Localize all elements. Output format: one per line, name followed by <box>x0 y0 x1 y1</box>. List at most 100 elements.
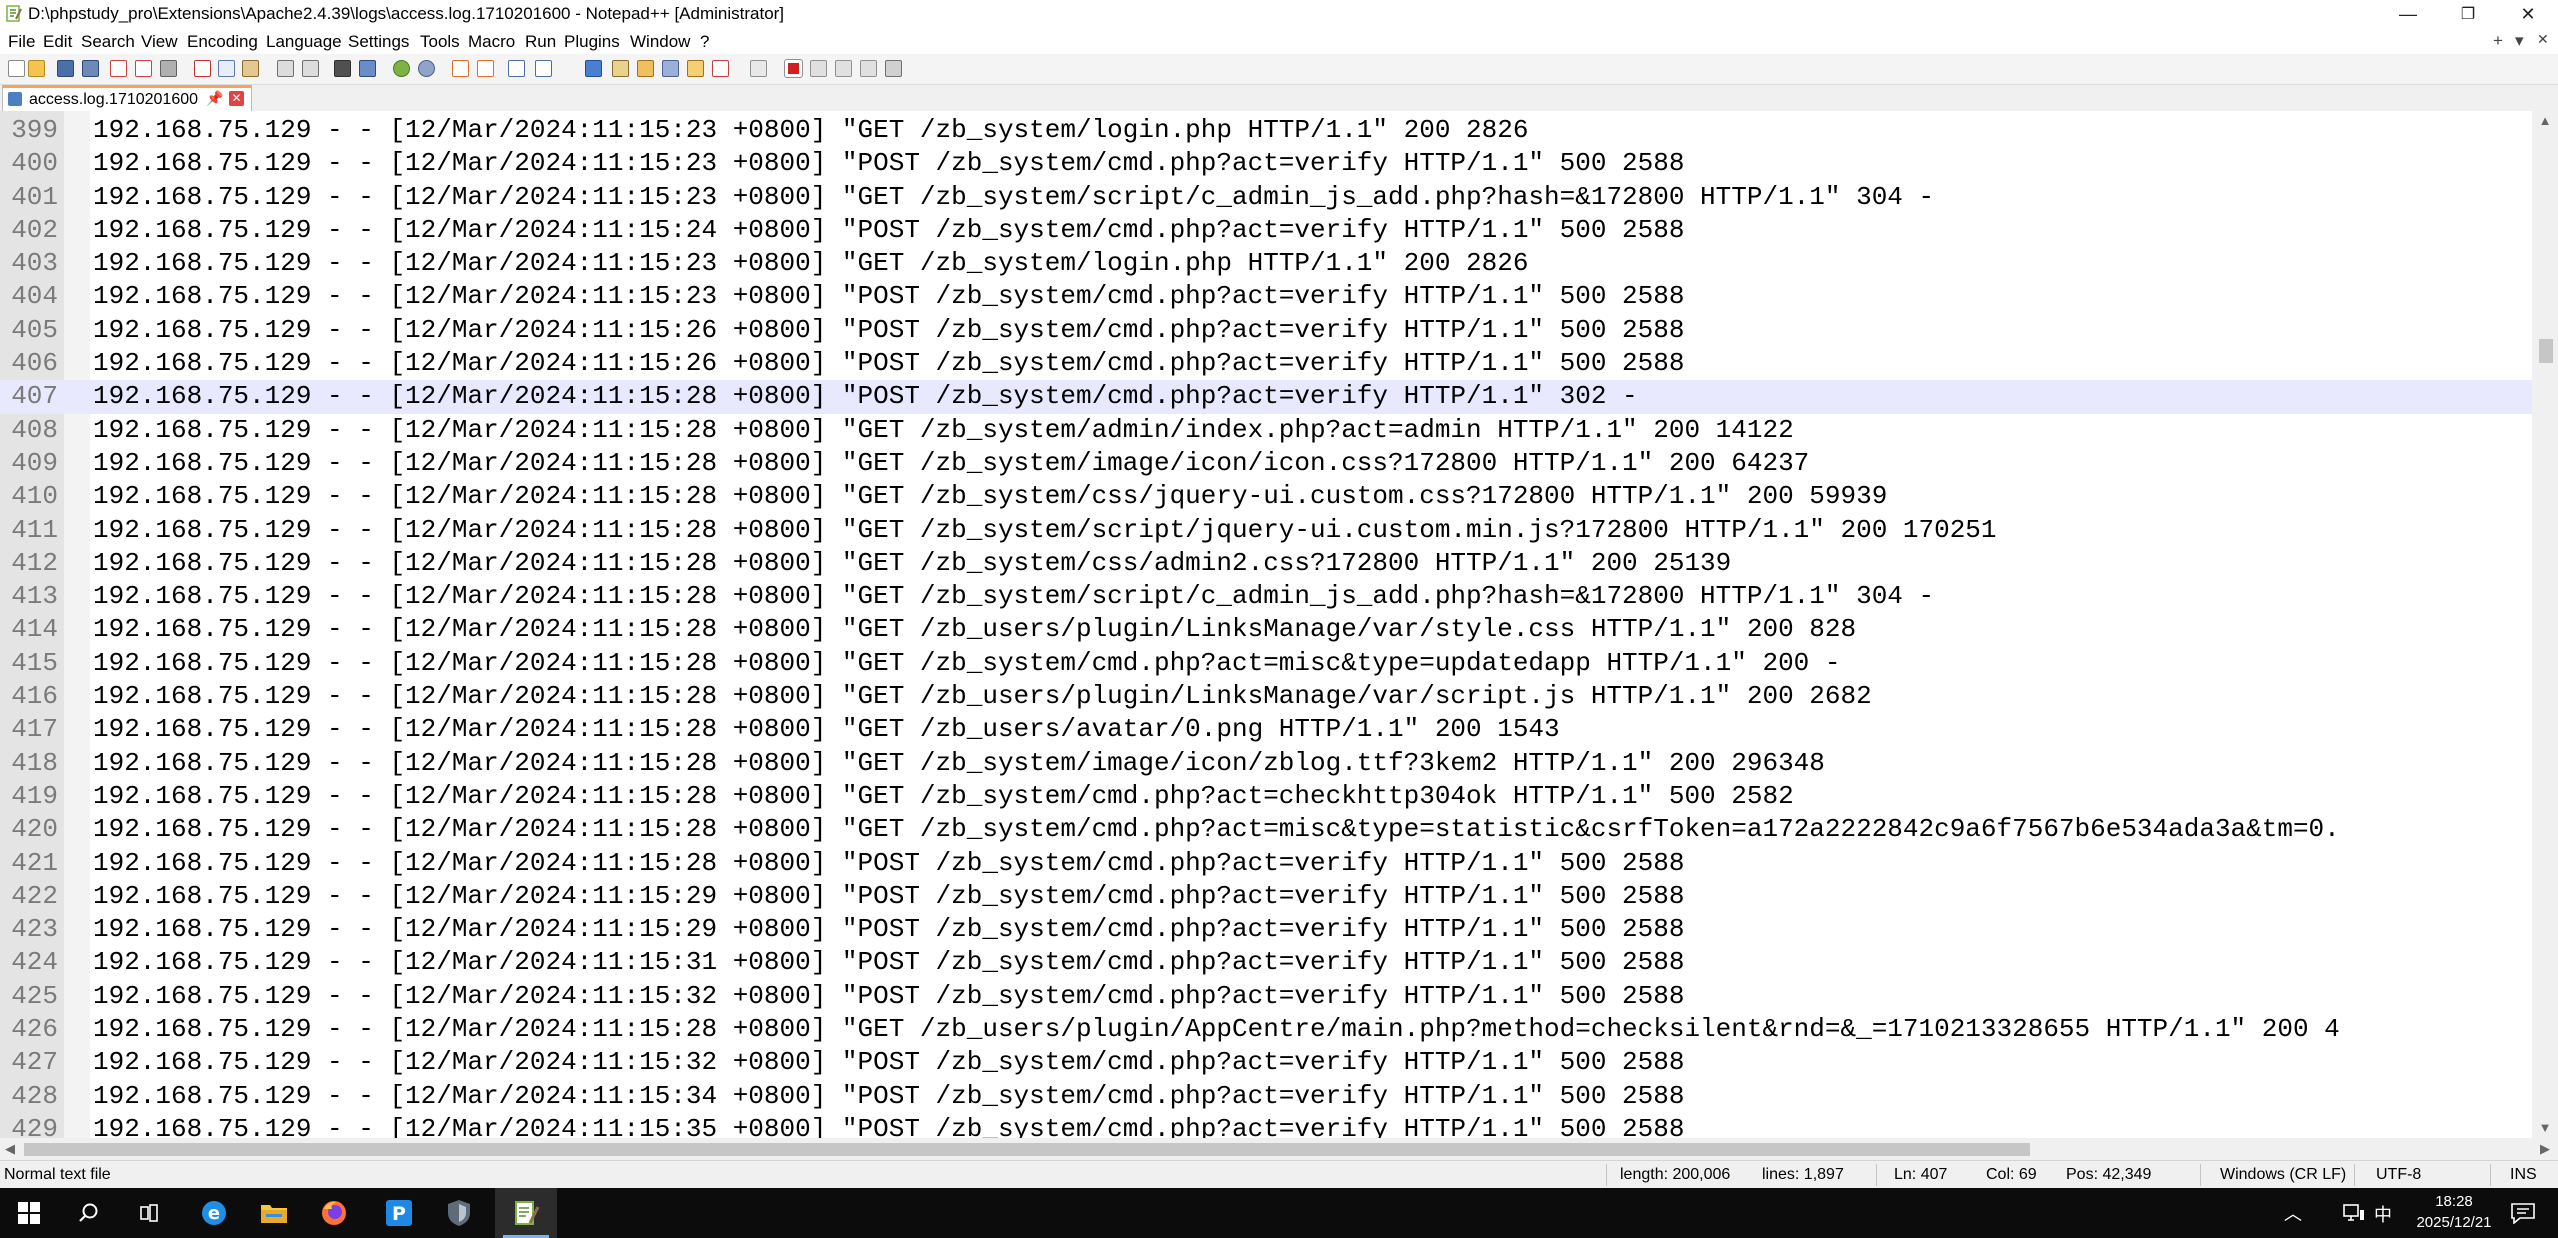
horizontal-scrollbar[interactable]: ◀ <box>0 1138 2532 1160</box>
run-multiple-icon[interactable] <box>860 60 877 77</box>
line-text[interactable]: 192.168.75.129 - - [12/Mar/2024:11:15:23… <box>93 114 1528 147</box>
log-line[interactable]: 417 192.168.75.129 - - [12/Mar/2024:11:15… <box>0 713 2532 746</box>
log-line[interactable]: 413 192.168.75.129 - - [12/Mar/2024:11:15… <box>0 580 2532 613</box>
pin-icon[interactable]: 📌 <box>206 90 223 107</box>
phpstudy-icon[interactable]: P <box>370 1188 428 1238</box>
line-text[interactable]: 192.168.75.129 - - [12/Mar/2024:11:15:28… <box>93 580 1934 613</box>
log-line[interactable]: 401 192.168.75.129 - - [12/Mar/2024:11:15… <box>0 181 2532 214</box>
monitoring-icon[interactable] <box>712 60 729 77</box>
log-line[interactable]: 412 192.168.75.129 - - [12/Mar/2024:11:15… <box>0 547 2532 580</box>
log-line[interactable]: 422 192.168.75.129 - - [12/Mar/2024:11:15… <box>0 880 2532 913</box>
doc-map-icon[interactable] <box>637 60 654 77</box>
open-file-icon[interactable] <box>28 60 45 77</box>
tray-overflow-icon[interactable]: ︿ <box>2284 1200 2302 1226</box>
line-text[interactable]: 192.168.75.129 - - [12/Mar/2024:11:15:28… <box>93 1013 2340 1046</box>
line-text[interactable]: 192.168.75.129 - - [12/Mar/2024:11:15:24… <box>93 214 1684 247</box>
zoom-out-icon[interactable] <box>418 60 435 77</box>
log-line[interactable]: 406 192.168.75.129 - - [12/Mar/2024:11:15… <box>0 347 2532 380</box>
line-text[interactable]: 192.168.75.129 - - [12/Mar/2024:11:15:34… <box>93 1080 1684 1113</box>
line-text[interactable]: 192.168.75.129 - - [12/Mar/2024:11:15:23… <box>93 280 1684 313</box>
scroll-up-arrow[interactable]: ▲ <box>2532 111 2558 131</box>
log-line[interactable]: 424 192.168.75.129 - - [12/Mar/2024:11:15… <box>0 946 2532 979</box>
stop-record-icon[interactable] <box>810 60 827 77</box>
log-line[interactable]: 411 192.168.75.129 - - [12/Mar/2024:11:15… <box>0 514 2532 547</box>
menu-language[interactable]: Language <box>266 32 342 52</box>
minimize-button[interactable]: — <box>2378 0 2438 28</box>
status-insert-mode[interactable]: INS <box>2510 1166 2537 1184</box>
log-line[interactable]: 414 192.168.75.129 - - [12/Mar/2024:11:15… <box>0 613 2532 646</box>
play-macro-icon[interactable] <box>835 60 852 77</box>
log-line[interactable]: 409 192.168.75.129 - - [12/Mar/2024:11:15… <box>0 447 2532 480</box>
close-icon[interactable] <box>110 60 127 77</box>
log-line[interactable]: 421 192.168.75.129 - - [12/Mar/2024:11:15… <box>0 847 2532 880</box>
line-text[interactable]: 192.168.75.129 - - [12/Mar/2024:11:15:28… <box>93 380 1638 413</box>
menu-edit[interactable]: Edit <box>43 32 72 52</box>
find-icon[interactable] <box>334 60 351 77</box>
line-text[interactable]: 192.168.75.129 - - [12/Mar/2024:11:15:28… <box>93 747 1825 780</box>
folder-workspace-icon[interactable] <box>687 60 704 77</box>
line-text[interactable]: 192.168.75.129 - - [12/Mar/2024:11:15:23… <box>93 247 1528 280</box>
line-text[interactable]: 192.168.75.129 - - [12/Mar/2024:11:15:28… <box>93 847 1684 880</box>
log-line[interactable]: 402 192.168.75.129 - - [12/Mar/2024:11:15… <box>0 214 2532 247</box>
copy-icon[interactable] <box>218 60 235 77</box>
line-text[interactable]: 192.168.75.129 - - [12/Mar/2024:11:15:32… <box>93 980 1684 1013</box>
close-doc-button[interactable]: ✕ <box>2537 31 2549 48</box>
line-text[interactable]: 192.168.75.129 - - [12/Mar/2024:11:15:28… <box>93 613 1856 646</box>
log-line[interactable]: 404 192.168.75.129 - - [12/Mar/2024:11:15… <box>0 280 2532 313</box>
clock-date[interactable]: 2025/12/21 <box>2412 1214 2496 1231</box>
clock-time[interactable]: 18:28 <box>2424 1193 2484 1210</box>
maximize-button[interactable]: ❐ <box>2438 0 2498 28</box>
line-text[interactable]: 192.168.75.129 - - [12/Mar/2024:11:15:29… <box>93 880 1684 913</box>
line-text[interactable]: 192.168.75.129 - - [12/Mar/2024:11:15:28… <box>93 514 1997 547</box>
save-icon[interactable] <box>57 60 74 77</box>
log-line[interactable]: 400 192.168.75.129 - - [12/Mar/2024:11:15… <box>0 147 2532 180</box>
scroll-left-arrow[interactable]: ◀ <box>0 1139 20 1159</box>
log-line[interactable]: 410 192.168.75.129 - - [12/Mar/2024:11:15… <box>0 480 2532 513</box>
scroll-right-arrow[interactable]: ▶ <box>2532 1139 2558 1159</box>
preview-icon[interactable] <box>750 60 767 77</box>
line-text[interactable]: 192.168.75.129 - - [12/Mar/2024:11:15:28… <box>93 780 1794 813</box>
log-line[interactable]: 426 192.168.75.129 - - [12/Mar/2024:11:15… <box>0 1013 2532 1046</box>
menu-plugins[interactable]: Plugins <box>564 32 620 52</box>
cut-icon[interactable] <box>194 60 211 77</box>
replace-icon[interactable] <box>359 60 376 77</box>
line-text[interactable]: 192.168.75.129 - - [12/Mar/2024:11:15:28… <box>93 480 1887 513</box>
edge-icon[interactable]: e <box>185 1188 243 1238</box>
shield-app-icon[interactable] <box>430 1188 488 1238</box>
sync-vertical-icon[interactable] <box>452 60 469 77</box>
log-line[interactable]: 419 192.168.75.129 - - [12/Mar/2024:11:15… <box>0 780 2532 813</box>
firefox-icon[interactable] <box>305 1188 363 1238</box>
line-text[interactable]: 192.168.75.129 - - [12/Mar/2024:11:15:28… <box>93 447 1809 480</box>
windows-start-icon[interactable] <box>0 1188 58 1238</box>
user-lang-icon[interactable] <box>612 60 629 77</box>
scroll-down-arrow[interactable]: ▼ <box>2532 1118 2558 1138</box>
log-line[interactable]: 415 192.168.75.129 - - [12/Mar/2024:11:15… <box>0 647 2532 680</box>
save-all-icon[interactable] <box>82 60 99 77</box>
new-tab-button[interactable]: + <box>2493 31 2503 51</box>
log-line[interactable]: 399 192.168.75.129 - - [12/Mar/2024:11:15… <box>0 114 2532 147</box>
line-text[interactable]: 192.168.75.129 - - [12/Mar/2024:11:15:26… <box>93 314 1684 347</box>
log-line[interactable]: 427 192.168.75.129 - - [12/Mar/2024:11:15… <box>0 1046 2532 1079</box>
status-eol[interactable]: Windows (CR LF) <box>2220 1166 2346 1184</box>
vertical-scroll-thumb[interactable] <box>2539 339 2553 363</box>
show-all-chars-icon[interactable] <box>535 60 552 77</box>
file-explorer-icon[interactable] <box>245 1188 303 1238</box>
notifications-icon[interactable] <box>2510 1202 2536 1224</box>
ime-indicator[interactable]: 中 <box>2374 1201 2392 1227</box>
log-line[interactable]: 429 192.168.75.129 - - [12/Mar/2024:11:15… <box>0 1113 2532 1138</box>
line-text[interactable]: 192.168.75.129 - - [12/Mar/2024:11:15:28… <box>93 713 1560 746</box>
log-line[interactable]: 408 192.168.75.129 - - [12/Mar/2024:11:15… <box>0 414 2532 447</box>
editor-area[interactable]: 399 192.168.75.129 - - [12/Mar/2024:11:15… <box>0 111 2558 1138</box>
zoom-in-icon[interactable] <box>393 60 410 77</box>
task-view-icon[interactable] <box>120 1188 178 1238</box>
line-text[interactable]: 192.168.75.129 - - [12/Mar/2024:11:15:23… <box>93 147 1684 180</box>
log-line[interactable]: 428 192.168.75.129 - - [12/Mar/2024:11:15… <box>0 1080 2532 1113</box>
notepadpp-icon[interactable] <box>495 1188 557 1238</box>
menu-settings[interactable]: Settings <box>348 32 409 52</box>
log-line[interactable]: 405 192.168.75.129 - - [12/Mar/2024:11:15… <box>0 314 2532 347</box>
status-encoding[interactable]: UTF-8 <box>2376 1166 2421 1184</box>
line-text[interactable]: 192.168.75.129 - - [12/Mar/2024:11:15:23… <box>93 181 1934 214</box>
line-text[interactable]: 192.168.75.129 - - [12/Mar/2024:11:15:31… <box>93 946 1684 979</box>
log-line[interactable]: 407 192.168.75.129 - - [12/Mar/2024:11:15… <box>0 380 2532 414</box>
record-macro-icon[interactable] <box>784 59 803 78</box>
